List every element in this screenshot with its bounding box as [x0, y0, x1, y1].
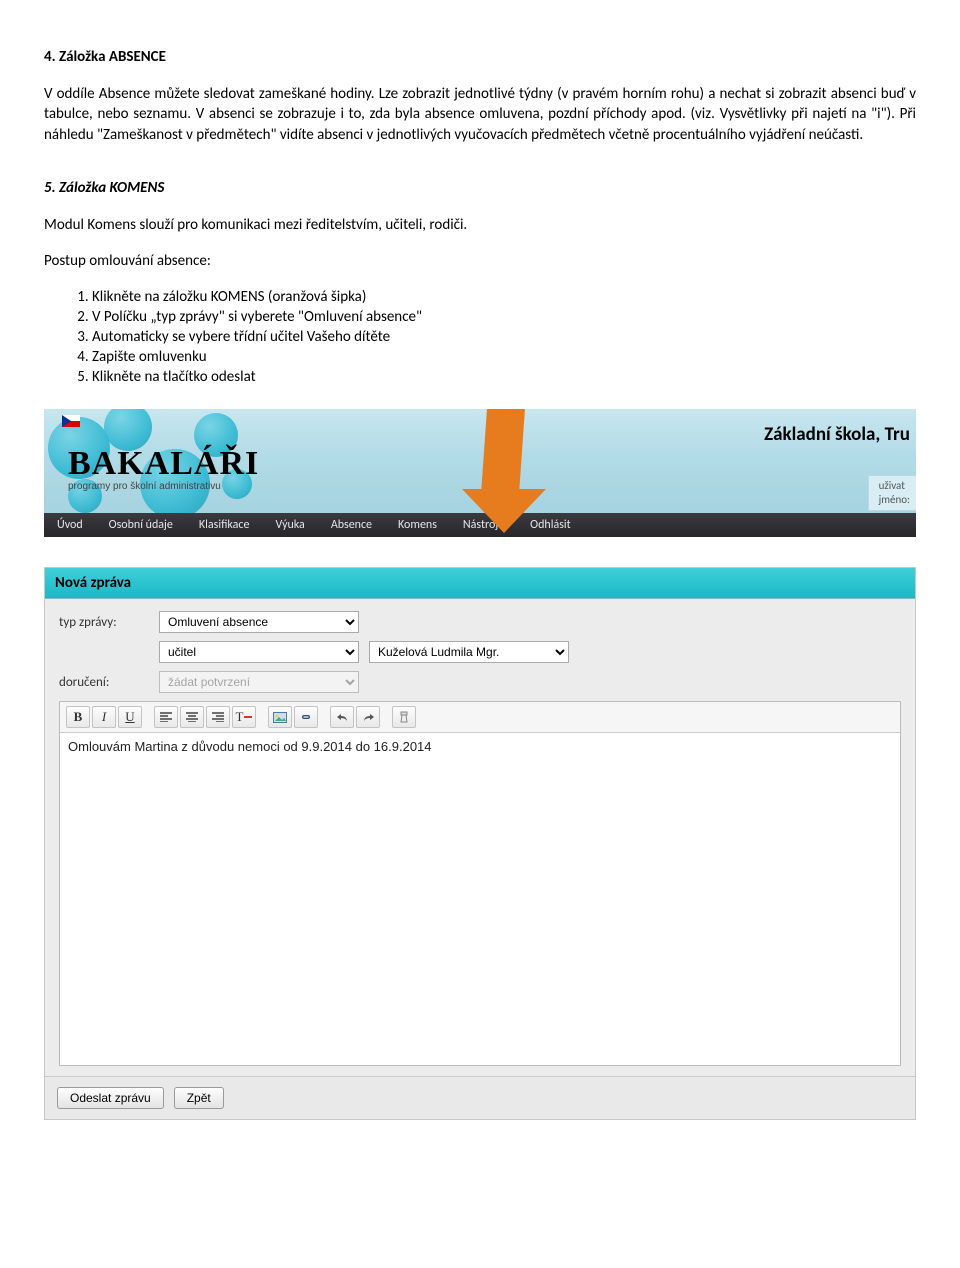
label-type: typ zprávy:: [59, 615, 149, 630]
link-icon[interactable]: [294, 706, 318, 728]
app-banner: BAKALÁŘI programy pro školní administrat…: [44, 409, 916, 537]
menu-osobni-udaje[interactable]: Osobní údaje: [96, 513, 186, 537]
align-left-icon[interactable]: [154, 706, 178, 728]
menu-komens[interactable]: Komens: [385, 513, 450, 537]
underline-icon[interactable]: U: [118, 706, 142, 728]
message-textarea[interactable]: Omlouvám Martina z důvodu nemoci od 9.9.…: [60, 733, 900, 1065]
send-button[interactable]: Odeslat zprávu: [57, 1087, 164, 1109]
bold-icon[interactable]: B: [66, 706, 90, 728]
menu-vyuka[interactable]: Výuka: [262, 513, 317, 537]
remove-format-icon[interactable]: [392, 706, 416, 728]
label-delivery: doručení:: [59, 675, 149, 690]
menu-klasifikace[interactable]: Klasifikace: [186, 513, 263, 537]
undo-icon[interactable]: [330, 706, 354, 728]
new-message-panel: Nová zpráva typ zprávy: Omluvení absence…: [44, 567, 916, 1120]
section4-heading: 4. Záložka ABSENCE: [44, 48, 916, 66]
section5-intro: Modul Komens slouží pro komunikaci mezi …: [44, 215, 916, 235]
menu-uvod[interactable]: Úvod: [44, 513, 96, 537]
user-box: uživat jméno:: [868, 475, 916, 512]
rich-text-editor: B I U T: [59, 701, 901, 1066]
list-item: Klikněte na záložku KOMENS (oranžová šip…: [92, 287, 916, 307]
editor-toolbar: B I U T: [60, 702, 900, 733]
select-message-type[interactable]: Omluvení absence: [159, 611, 359, 633]
menu-absence[interactable]: Absence: [318, 513, 385, 537]
main-menu: Úvod Osobní údaje Klasifikace Výuka Abse…: [44, 513, 916, 537]
steps-list: Klikněte na záložku KOMENS (oranžová šip…: [44, 287, 916, 387]
list-item: Zapište omluvenku: [92, 347, 916, 367]
app-screenshot: BAKALÁŘI programy pro školní administrat…: [44, 409, 916, 1120]
flag-icon: [62, 415, 80, 427]
select-teacher[interactable]: Kuželová Ludmila Mgr.: [369, 641, 569, 663]
section5-heading: 5. Záložka KOMENS: [44, 179, 916, 197]
redo-icon[interactable]: [356, 706, 380, 728]
back-button[interactable]: Zpět: [174, 1087, 224, 1109]
select-role[interactable]: učitel: [159, 641, 359, 663]
list-item: V Políčku „typ zprávy" si vyberete "Omlu…: [92, 307, 916, 327]
app-logo: BAKALÁŘI programy pro školní administrat…: [68, 445, 259, 492]
italic-icon[interactable]: I: [92, 706, 116, 728]
align-right-icon[interactable]: [206, 706, 230, 728]
text-color-icon[interactable]: T: [232, 706, 256, 728]
menu-nastroje[interactable]: Nástroje: [450, 513, 517, 537]
menu-odhlasit[interactable]: Odhlásit: [517, 513, 584, 537]
image-icon[interactable]: [268, 706, 292, 728]
select-delivery: žádat potvrzení: [159, 671, 359, 693]
panel-title: Nová zpráva: [45, 568, 915, 599]
steps-title: Postup omlouvání absence:: [44, 251, 916, 271]
list-item: Klikněte na tlačítko odeslat: [92, 367, 916, 387]
school-name: Základní škola, Tru: [764, 423, 910, 446]
align-center-icon[interactable]: [180, 706, 204, 728]
section4-paragraph: V oddíle Absence můžete sledovat zameška…: [44, 84, 916, 145]
list-item: Automaticky se vybere třídní učitel Vaše…: [92, 327, 916, 347]
